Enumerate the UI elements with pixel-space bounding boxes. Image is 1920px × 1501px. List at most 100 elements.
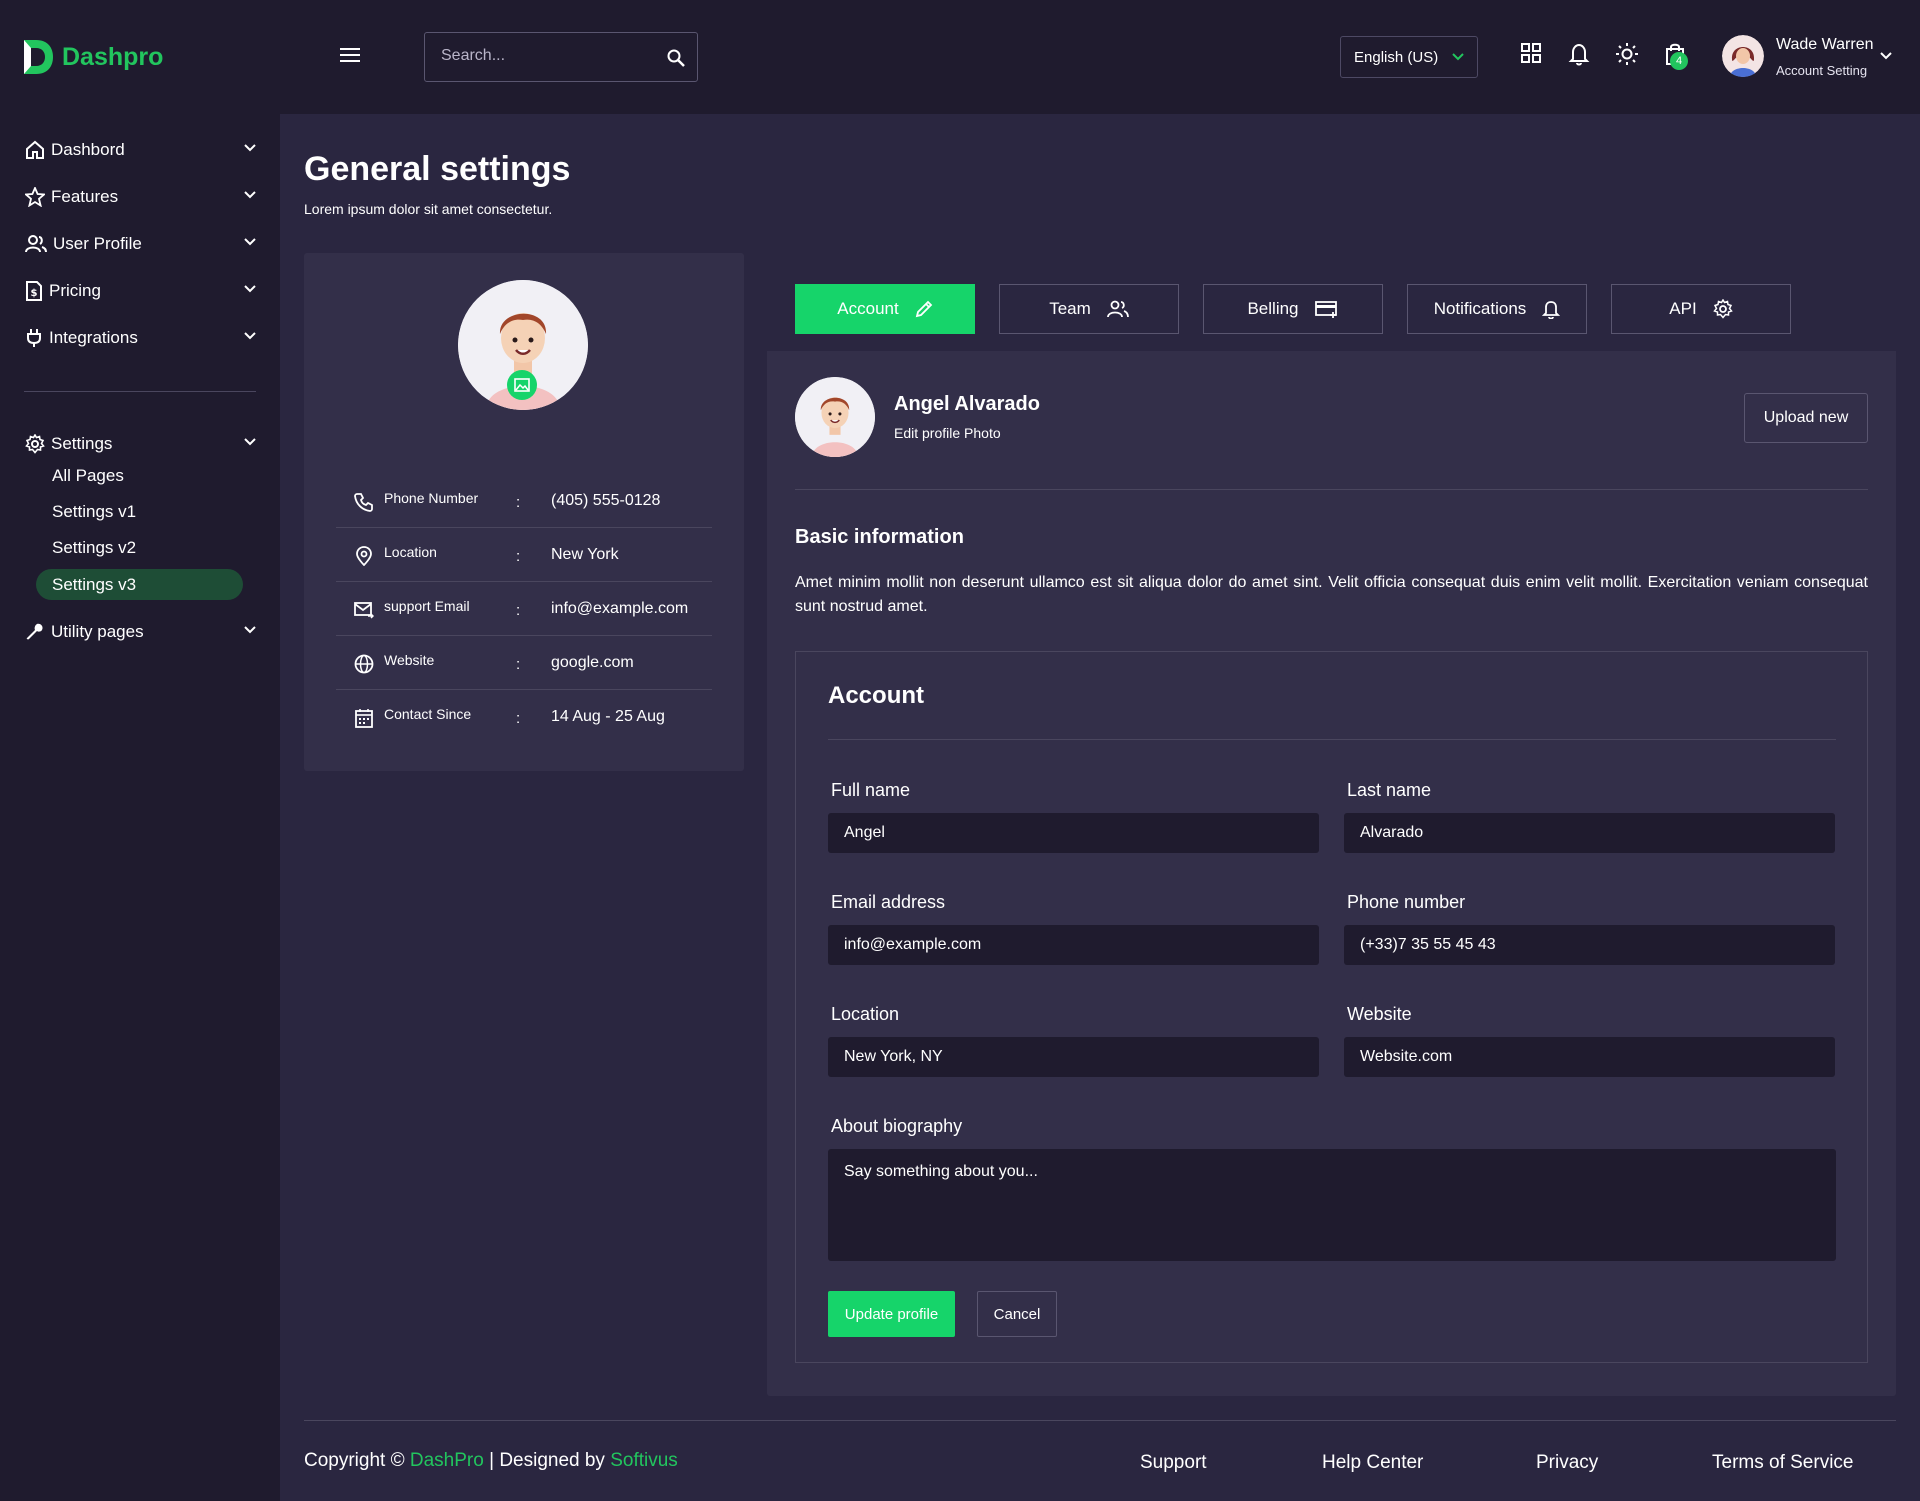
search-input[interactable]	[441, 47, 651, 65]
sidebar-item-label: User Profile	[53, 234, 142, 253]
document-dollar-icon: $	[26, 281, 42, 301]
sidebar-item-settings[interactable]: Settings	[25, 429, 260, 459]
info-value: info@example.com	[551, 600, 689, 617]
info-value: New York	[551, 546, 619, 563]
website-input[interactable]	[1344, 1037, 1835, 1077]
user-subtitle[interactable]: Account Setting	[1776, 63, 1867, 78]
logo-icon	[24, 40, 53, 74]
footer-link-privacy[interactable]: Privacy	[1536, 1452, 1598, 1474]
chevron-down-icon[interactable]	[1880, 52, 1892, 60]
info-row-contact-since: Contact Since : 14 Aug - 25 Aug	[336, 690, 712, 744]
last-name-input[interactable]	[1344, 813, 1835, 853]
copyright-prefix: Copyright ©	[304, 1450, 405, 1471]
tab-label: Team	[1049, 299, 1091, 318]
users-icon	[25, 235, 47, 253]
phone-label: Phone number	[1347, 892, 1466, 912]
search-icon[interactable]	[667, 49, 685, 67]
footer-link-terms[interactable]: Terms of Service	[1712, 1452, 1853, 1474]
form-divider	[828, 739, 1836, 740]
globe-icon	[354, 654, 374, 674]
sidebar-item-dashboard[interactable]: Dashbord	[25, 135, 260, 165]
change-photo-button[interactable]	[507, 370, 537, 400]
account-form-title: Account	[828, 682, 924, 709]
theme-toggle-sun-icon[interactable]	[1615, 42, 1639, 66]
tab-label: Notifications	[1433, 299, 1527, 318]
full-name-label: Full name	[831, 780, 911, 800]
footer-copyright: Copyright © DashPro | Designed by Softiv…	[304, 1450, 678, 1472]
bio-textarea[interactable]	[828, 1149, 1836, 1261]
brand-name: Dashpro	[62, 42, 164, 71]
footer-designer-link[interactable]: Softivus	[610, 1450, 678, 1471]
info-value: (405) 555-0128	[551, 492, 661, 509]
info-row-phone: Phone Number : (405) 555-0128	[336, 474, 712, 528]
team-icon	[1106, 300, 1129, 318]
footer-divider	[304, 1420, 1896, 1421]
user-avatar[interactable]	[1722, 35, 1764, 77]
language-label: English (US)	[1354, 48, 1439, 66]
info-row-website: Website : google.com	[336, 636, 712, 690]
chevron-down-icon	[244, 191, 256, 199]
info-colon: :	[516, 602, 521, 619]
language-select[interactable]: English (US)	[1340, 36, 1478, 78]
tab-notifications[interactable]: Notifications	[1407, 284, 1587, 334]
profile-card: Phone Number : (405) 555-0128 Location :…	[304, 253, 744, 771]
menu-toggle-button[interactable]	[340, 47, 360, 63]
tab-account[interactable]: Account	[795, 284, 975, 334]
sidebar-subitem-all-pages[interactable]: All Pages	[52, 466, 124, 486]
top-bar: Dashpro English (US)	[0, 0, 1920, 114]
info-colon: :	[516, 494, 521, 511]
footer-link-help-center[interactable]: Help Center	[1322, 1452, 1423, 1474]
sidebar-subitem-settings-v1[interactable]: Settings v1	[52, 502, 136, 522]
chevron-down-icon	[244, 438, 256, 446]
edit-photo-label[interactable]: Edit profile Photo	[894, 425, 1001, 441]
sidebar-item-integrations[interactable]: Integrations	[25, 323, 260, 353]
profile-name: Angel Alvarado	[894, 393, 1040, 415]
full-name-input[interactable]	[828, 813, 1319, 853]
profile-photo-avatar[interactable]	[795, 377, 875, 457]
sidebar-item-label: Settings	[51, 434, 113, 453]
tab-api[interactable]: API	[1611, 284, 1791, 334]
page-subtitle: Lorem ipsum dolor sit amet consectetur.	[304, 201, 553, 217]
tab-belling[interactable]: Belling	[1203, 284, 1383, 334]
sidebar-item-utility-pages[interactable]: Utility pages	[25, 617, 260, 647]
gear-icon	[1712, 299, 1733, 319]
user-name[interactable]: Wade Warren	[1776, 36, 1874, 54]
cart-count-badge: 4	[1670, 52, 1688, 70]
footer-link-support[interactable]: Support	[1140, 1452, 1207, 1474]
sidebar-subitem-settings-v2[interactable]: Settings v2	[52, 538, 136, 558]
brand-logo[interactable]: Dashpro	[22, 38, 163, 76]
hamburger-icon	[340, 48, 360, 62]
tab-label: Belling	[1247, 299, 1299, 318]
update-profile-button[interactable]: Update profile	[828, 1291, 955, 1337]
sidebar-item-label: Pricing	[49, 281, 101, 300]
sidebar-item-user-profile[interactable]: User Profile	[25, 229, 260, 259]
tab-label: Account	[837, 299, 899, 318]
basic-info-title: Basic information	[795, 526, 964, 548]
sidebar-item-pricing[interactable]: $ Pricing	[25, 276, 260, 306]
sidebar-subitem-settings-v3-active[interactable]: Settings v3	[36, 569, 243, 600]
tab-team[interactable]: Team	[999, 284, 1179, 334]
info-label: Contact Since	[384, 706, 472, 722]
bio-label: About biography	[831, 1116, 963, 1136]
notification-bell-icon[interactable]	[1568, 42, 1590, 66]
phone-input[interactable]	[1344, 925, 1835, 965]
cancel-button[interactable]: Cancel	[977, 1291, 1057, 1337]
section-divider	[795, 489, 1868, 490]
footer-separator: |	[489, 1450, 495, 1471]
location-input[interactable]	[828, 1037, 1319, 1077]
chevron-down-icon	[244, 332, 256, 340]
account-form: Account Full name Last name Email addres…	[795, 651, 1868, 1363]
gear-icon	[25, 434, 45, 454]
footer-brand-link[interactable]: DashPro	[410, 1450, 484, 1471]
email-input[interactable]	[828, 925, 1319, 965]
basic-info-text: Amet minim mollit non deserunt ullamco e…	[795, 574, 1868, 615]
sidebar-item-label: Integrations	[49, 328, 138, 347]
apps-grid-icon[interactable]	[1520, 42, 1542, 64]
sidebar-item-features[interactable]: Features	[25, 182, 260, 212]
sidebar-item-label: Utility pages	[51, 622, 144, 641]
svg-text:$: $	[31, 288, 38, 299]
settings-tab-bar: Account Team Belling Notifications API	[767, 253, 1896, 351]
info-label: Location	[384, 544, 437, 560]
credit-card-icon	[1314, 301, 1337, 318]
upload-new-button[interactable]: Upload new	[1744, 393, 1868, 443]
